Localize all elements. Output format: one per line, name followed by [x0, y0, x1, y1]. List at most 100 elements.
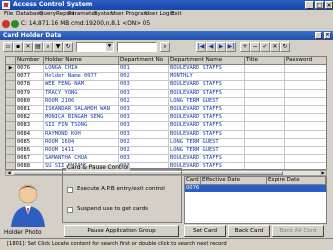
cell-number[interactable]: 0084	[16, 130, 44, 139]
panel-minimize-button[interactable]	[315, 32, 322, 39]
minimize-button[interactable]: _	[305, 1, 314, 9]
cell-password[interactable]	[285, 122, 326, 131]
scroll-left-icon[interactable]: ◀	[6, 171, 12, 175]
cell-department-name[interactable]: MONTHLY	[169, 73, 245, 82]
row-indicator[interactable]	[6, 97, 16, 106]
row-indicator[interactable]	[6, 147, 16, 156]
table-row[interactable]: 0079 TRACY YONG 003 BOULEVARD STAFFS	[6, 89, 326, 98]
row-indicator[interactable]	[6, 138, 16, 147]
cell-title[interactable]	[245, 81, 285, 90]
cell-holder-name[interactable]: ROOM 1411	[44, 147, 119, 156]
cancel-record-icon[interactable]: ✕	[270, 42, 280, 52]
cell-department-no[interactable]: 003	[119, 106, 169, 115]
refresh-icon[interactable]: ↻	[63, 42, 73, 52]
cell-department-no[interactable]: 002	[119, 73, 169, 82]
set-card-button[interactable]: Set Card	[184, 225, 226, 237]
table-row[interactable]: ▶ 0076 LONGA CHIA 001 BOULEVARD STAFFS	[6, 65, 326, 74]
cell-title[interactable]	[245, 138, 285, 147]
table-row[interactable]: 0086 ROOM 1411 002 LONG TERM GUEST	[6, 147, 326, 156]
cell-department-name[interactable]: BOULEVARD STAFFS	[169, 81, 245, 90]
row-indicator[interactable]	[6, 122, 16, 131]
card-col-effective-date[interactable]: Effective Date	[201, 177, 267, 185]
cell-password[interactable]	[285, 139, 326, 147]
cell-department-name[interactable]: BOULEVARD STAFFS	[169, 114, 245, 123]
search-icon[interactable]: ⌕	[43, 42, 53, 52]
locate-input[interactable]	[117, 42, 157, 52]
cell-department-name[interactable]: BOULEVARD STAFFS	[169, 122, 245, 131]
row-indicator[interactable]	[6, 106, 16, 115]
suspend-checkbox[interactable]	[67, 207, 73, 213]
cell-department-name[interactable]: BOULEVARD STAFFS	[169, 130, 245, 139]
cell-holder-name[interactable]: SII FIN TSONG	[44, 122, 119, 131]
cell-department-name[interactable]: LONG TERM GUEST	[169, 147, 245, 156]
table-row[interactable]: 0077 Holder Name 0077 002 MONTHLY	[6, 73, 326, 82]
cell-title[interactable]	[245, 106, 285, 115]
close-button[interactable]: ×	[325, 1, 333, 9]
pause-application-group-button[interactable]: Pause Application Group	[64, 225, 179, 237]
cell-department-no[interactable]: 002	[119, 138, 169, 147]
holder-grid[interactable]: Number Holder Name Department No Departm…	[5, 56, 327, 170]
col-password[interactable]: Password	[285, 57, 326, 65]
cell-number[interactable]: 0080	[16, 97, 44, 106]
cell-department-no[interactable]: 003	[119, 130, 169, 139]
cell-password[interactable]	[285, 114, 326, 123]
cell-number[interactable]: 0079	[16, 89, 44, 98]
maximize-button[interactable]: □	[315, 1, 324, 9]
cell-title[interactable]	[245, 73, 285, 82]
menu-user-program[interactable]: User Program	[111, 10, 149, 19]
cell-title[interactable]	[245, 89, 285, 98]
table-row[interactable]: 0084 RAYMOND KOH 003 BOULEVARD STAFFS	[6, 130, 326, 139]
cell-password[interactable]	[285, 90, 326, 98]
cell-number[interactable]: 0076	[16, 65, 44, 74]
filter-icon[interactable]: ▼	[53, 42, 63, 52]
delete-icon[interactable]: ✕	[23, 42, 33, 52]
cell-holder-name[interactable]: RAYMOND KOH	[44, 130, 119, 139]
cell-number[interactable]: 0081	[16, 106, 44, 115]
menu-parameter[interactable]: Parameter	[68, 10, 97, 19]
cell-department-no[interactable]: 002	[119, 147, 169, 156]
col-number[interactable]: Number	[16, 57, 44, 65]
col-department-no[interactable]: Department No	[119, 57, 169, 65]
menu-exit[interactable]: Exit	[171, 10, 182, 19]
card-col-card[interactable]: Card	[185, 177, 201, 185]
cell-title[interactable]	[245, 155, 285, 164]
cell-number[interactable]: 0078	[16, 81, 44, 90]
cell-title[interactable]	[245, 122, 285, 131]
save-icon[interactable]: ▪	[13, 42, 23, 52]
cell-holder-name[interactable]: ISKANDAR SALAMOH WAN	[44, 106, 119, 115]
cell-department-no[interactable]: 003	[119, 155, 169, 164]
col-holder-name[interactable]: Holder Name	[44, 57, 119, 65]
table-row[interactable]: 0087 SAMANTHA CHUA 003 BOULEVARD STAFFS	[6, 155, 326, 164]
row-indicator[interactable]	[6, 163, 16, 169]
cell-department-no[interactable]: 003	[119, 81, 169, 90]
row-indicator[interactable]	[6, 89, 16, 98]
cell-number[interactable]: 0082	[16, 114, 44, 123]
back-card-button[interactable]: Back Card	[228, 225, 270, 237]
row-indicator[interactable]	[6, 114, 16, 123]
cell-holder-name[interactable]: Holder Name 0077	[44, 73, 119, 82]
cell-number[interactable]: 0088	[16, 163, 44, 169]
add-record-icon[interactable]: +	[240, 42, 250, 52]
cell-number[interactable]: 0085	[16, 138, 44, 147]
locate-combo[interactable]: ▼	[76, 42, 114, 52]
next-record-icon[interactable]: ▶	[216, 42, 226, 52]
cell-title[interactable]	[245, 114, 285, 123]
card-col-expire-date[interactable]: Expire Date	[267, 177, 326, 185]
table-row[interactable]: 0085 ROOM 1604 002 LONG TERM GUEST	[6, 138, 326, 147]
cell-holder-name[interactable]: SAMANTHA CHUA	[44, 155, 119, 164]
row-indicator[interactable]	[6, 130, 16, 139]
table-row[interactable]: 0081 ISKANDAR SALAMOH WAN 003 BOULEVARD STA…	[6, 106, 326, 115]
cell-department-no[interactable]: 003	[119, 122, 169, 131]
cell-holder-name[interactable]: MONICA BINGAH SENG	[44, 114, 119, 123]
cell-title[interactable]	[245, 65, 285, 74]
post-record-icon[interactable]: ✓	[260, 42, 270, 52]
cell-title[interactable]	[245, 130, 285, 139]
table-row[interactable]: 0083 SII FIN TSONG 003 BOULEVARD STAFFS	[6, 122, 326, 131]
cell-holder-name[interactable]: WEE FENG NAM	[44, 81, 119, 90]
row-indicator[interactable]	[6, 73, 16, 82]
cell-department-name[interactable]: BOULEVARD STAFFS	[169, 106, 245, 115]
back-all-card-button[interactable]: Back All Card	[272, 225, 324, 237]
cell-password[interactable]	[285, 98, 326, 106]
row-indicator[interactable]: ▶	[6, 65, 16, 74]
cell-department-name[interactable]: BOULEVARD STAFFS	[169, 89, 245, 98]
